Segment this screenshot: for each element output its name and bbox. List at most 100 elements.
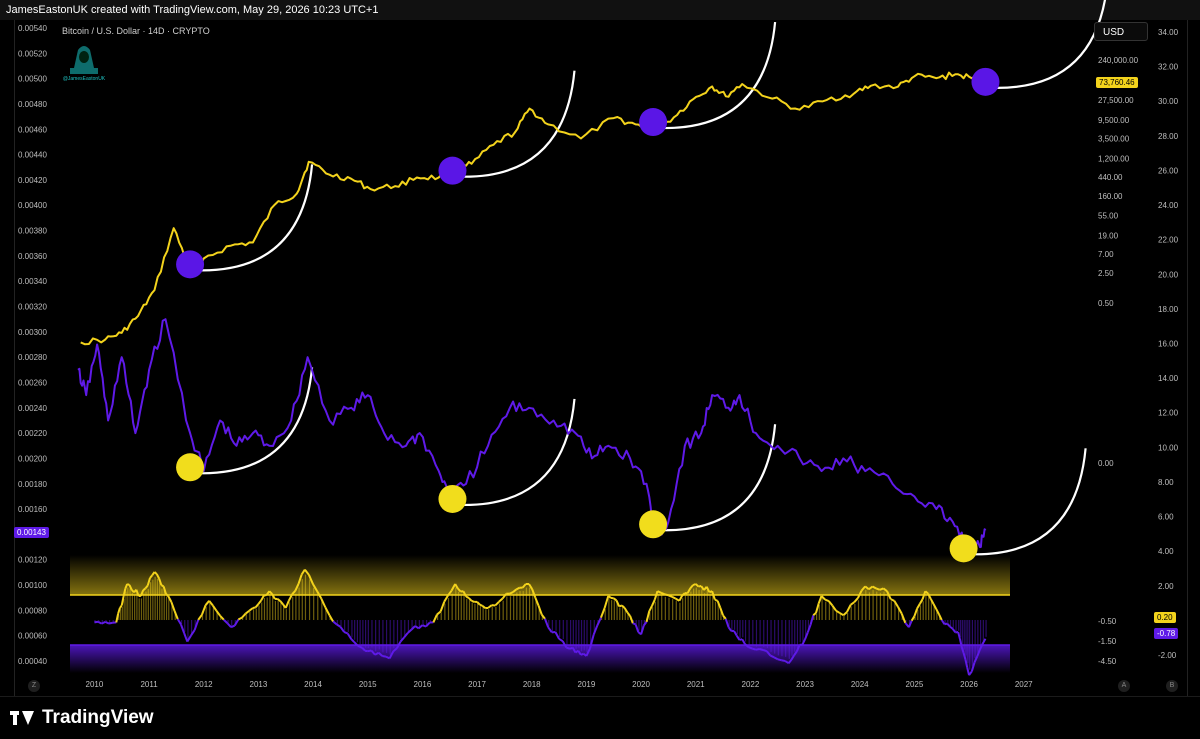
osc-upper-label: 0.20	[1154, 612, 1176, 623]
histogram-bar	[187, 620, 188, 639]
histogram-bar	[880, 593, 881, 620]
momentum-segment	[116, 614, 118, 623]
corner-z-button[interactable]: Z	[28, 680, 40, 692]
histogram-bar	[529, 588, 530, 620]
histogram-bar	[267, 597, 268, 620]
histogram-bar	[791, 620, 792, 656]
momentum-segment	[444, 596, 448, 602]
histogram-bar	[964, 620, 965, 650]
histogram-bar	[365, 620, 366, 648]
histogram-bar	[891, 601, 892, 620]
momentum-segment	[633, 623, 636, 624]
momentum-segment	[876, 588, 880, 589]
tradingview-logo-icon	[10, 711, 34, 725]
purple-circle	[639, 108, 667, 136]
osc-tick-label: -4.50	[1098, 657, 1117, 666]
left-axis[interactable]: 0.005400.005200.005000.004800.004600.004…	[18, 24, 47, 666]
histogram-bar	[605, 609, 606, 620]
histogram-bar	[125, 592, 126, 620]
histogram-bar	[869, 592, 870, 620]
time-axis[interactable]: 2010201120122013201420152016201720182019…	[86, 680, 1034, 689]
momentum-segment	[661, 593, 665, 594]
left-tick-label: 0.00280	[18, 353, 47, 362]
histogram-bar	[960, 620, 961, 637]
momentum-segment	[184, 633, 187, 641]
histogram-bar	[920, 605, 921, 620]
histogram-bar	[191, 620, 192, 634]
currency-button[interactable]: USD	[1094, 22, 1148, 41]
histogram-bar	[134, 595, 135, 620]
histogram-bar	[495, 607, 496, 620]
momentum-segment	[122, 596, 124, 605]
histogram-bar	[847, 613, 848, 620]
projection-arc	[665, 424, 775, 530]
histogram-bar	[275, 601, 276, 620]
momentum-segment	[672, 597, 676, 599]
tradingview-brand[interactable]: TradingView	[10, 707, 154, 729]
histogram-bar	[360, 620, 361, 644]
auto-scale-button[interactable]: A	[1118, 680, 1130, 692]
histogram-bar	[166, 597, 167, 620]
momentum-segment	[950, 627, 953, 629]
histogram-bar	[213, 607, 214, 620]
histogram-bar	[317, 594, 318, 620]
projection-arc	[202, 164, 312, 270]
chart-canvas[interactable]: 0.005400.005200.005000.004800.004600.004…	[0, 0, 1200, 738]
momentum-segment	[778, 659, 782, 660]
momentum-segment	[499, 599, 503, 602]
left-tick-label: 0.00060	[18, 632, 47, 641]
histogram-bar	[503, 601, 504, 620]
momentum-segment	[264, 595, 267, 596]
histogram-bar	[555, 620, 556, 631]
histogram-bar	[246, 614, 247, 620]
histogram-bar	[774, 620, 775, 654]
momentum-segment	[958, 632, 960, 639]
momentum-segment	[679, 596, 682, 601]
histogram-bar	[298, 588, 299, 620]
histogram-bar	[209, 603, 210, 620]
scale-b-button[interactable]: B	[1166, 680, 1178, 692]
right-axis[interactable]: 34.0032.0030.0028.0026.0024.0022.0020.00…	[1158, 28, 1179, 660]
price-tick-label: 160.00	[1098, 192, 1123, 201]
histogram-bar	[980, 620, 981, 646]
osc-tick-label: 0.00	[1098, 459, 1114, 468]
oscillator-axis[interactable]: 0.00-0.50-1.50-4.50	[1098, 459, 1117, 666]
histogram-bar	[682, 598, 683, 620]
price-tick-label: 240,000.00	[1098, 56, 1139, 65]
momentum-segment	[605, 596, 609, 608]
histogram-bar	[701, 589, 702, 620]
histogram-bar	[145, 592, 146, 620]
left-tick-label: 0.00440	[18, 151, 47, 160]
yellow-circle	[438, 485, 466, 513]
price-tick-label: 19.00	[1098, 231, 1119, 240]
histogram-bar	[474, 604, 475, 620]
histogram-bar	[472, 603, 473, 620]
histogram-bar	[704, 593, 705, 620]
histogram-bar	[441, 612, 442, 620]
left-tick-label: 0.00320	[18, 303, 47, 312]
momentum-segment	[647, 611, 650, 622]
momentum-segment	[811, 615, 814, 625]
momentum-segment	[854, 598, 858, 602]
histogram-bar	[466, 599, 467, 620]
histogram-bar	[887, 594, 888, 620]
histogram-bar	[122, 607, 123, 620]
momentum-segment	[109, 623, 113, 624]
histogram-bar	[492, 607, 493, 620]
left-tick-label: 0.00460	[18, 125, 47, 134]
histogram-bar	[357, 620, 358, 642]
histogram-bar	[295, 594, 296, 620]
price-axis[interactable]: 240,000.0027,500.009,500.003,500.001,200…	[1098, 56, 1139, 308]
histogram-bar	[523, 591, 524, 620]
momentum-segment	[614, 598, 617, 600]
momentum-segment	[227, 623, 231, 627]
histogram-bar	[161, 589, 162, 620]
symbol-legend[interactable]: Bitcoin / U.S. Dollar · 14D · CRYPTO	[62, 26, 210, 36]
histogram-bar	[752, 620, 753, 646]
histogram-bar	[348, 620, 349, 632]
momentum-segment	[763, 650, 767, 651]
momentum-segment	[668, 595, 672, 597]
histogram-bar	[519, 591, 520, 620]
histogram-bar	[925, 594, 926, 620]
cycle-markers	[176, 68, 999, 562]
